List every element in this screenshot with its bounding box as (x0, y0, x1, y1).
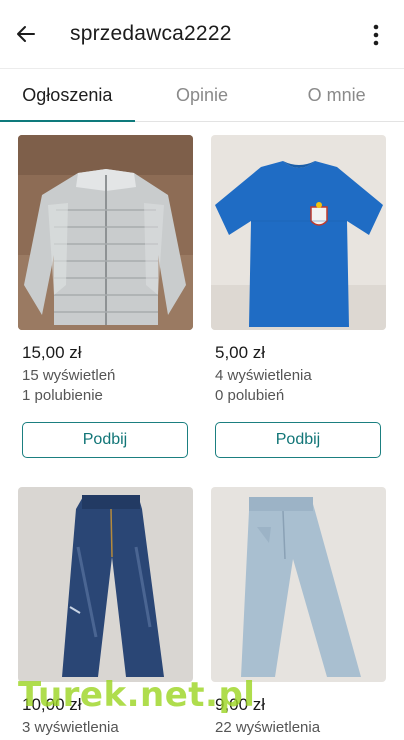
back-arrow-icon[interactable] (12, 20, 40, 48)
listing-likes: 0 polubień (215, 387, 285, 404)
listing-views: 4 wyświetlenia (215, 367, 312, 384)
listing-photo-dark-jeans[interactable] (18, 487, 193, 682)
seller-name-title: sprzedawca2222 (70, 22, 232, 45)
listing-likes: 1 polubienie (22, 387, 103, 404)
listing-photo-light-jeans[interactable] (211, 487, 386, 682)
listing-card[interactable]: 15,00 zł 15 wyświetleń 1 polubienie Podb… (18, 135, 193, 465)
more-vertical-icon[interactable] (364, 20, 388, 50)
watermark-logo: Turek.net.pl (18, 675, 256, 715)
tab-listings[interactable]: Ogłoszenia (0, 69, 135, 122)
bump-button[interactable]: Podbij (215, 422, 381, 458)
profile-tabs: Ogłoszenia Opinie O mnie (0, 68, 404, 122)
tab-about[interactable]: O mnie (269, 69, 404, 121)
app-header: sprzedawca2222 (0, 0, 404, 68)
listing-card[interactable]: 5,00 zł 4 wyświetlenia 0 polubień Podbij (211, 135, 386, 465)
listing-views: 15 wyświetleń (22, 367, 116, 384)
listing-price: 15,00 zł (22, 343, 82, 362)
listing-photo-tshirt[interactable] (211, 135, 386, 330)
bump-button[interactable]: Podbij (22, 422, 188, 458)
listing-photo-jacket[interactable] (18, 135, 193, 330)
listing-views: 22 wyświetlenia (215, 719, 321, 736)
tab-reviews[interactable]: Opinie (135, 69, 270, 121)
listing-views: 3 wyświetlenia (22, 719, 119, 736)
listing-price: 5,00 zł (215, 343, 266, 362)
